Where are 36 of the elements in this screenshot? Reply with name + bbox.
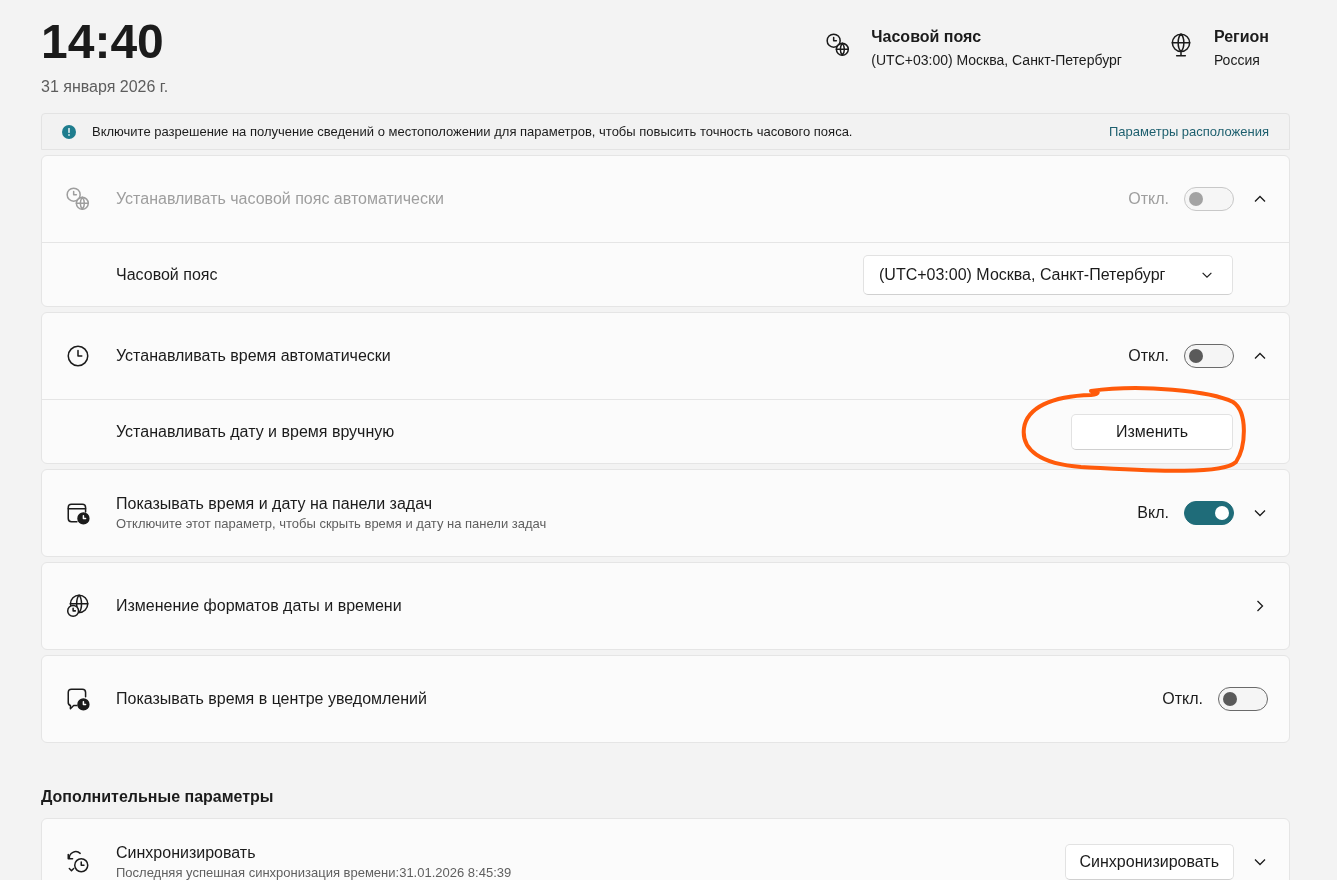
section-title: Дополнительные параметры	[41, 787, 275, 807]
notice-text: Включите разрешение на получение сведений о местоположении для параметров, чтобы повысить точность часового пояса.	[92, 122, 854, 141]
setting-label: Показывать время и дату на панели задач	[116, 494, 434, 514]
toggle-state-label: Откл.	[1128, 189, 1169, 209]
toggle-switch[interactable]	[1184, 501, 1234, 525]
action-button[interactable]: Изменить	[1071, 413, 1233, 450]
action-button[interactable]: Синхронизировать	[1064, 844, 1234, 880]
summary-title: Регион	[1213, 27, 1269, 47]
toggle-state-label: Откл.	[1162, 689, 1203, 709]
timezone-dropdown[interactable]: (UTC+03:00) Москва, Санкт-Петербург	[863, 254, 1233, 295]
row-icon	[65, 686, 91, 712]
toggle-switch[interactable]	[1184, 344, 1234, 368]
summary-title: Часовой пояс	[871, 27, 983, 47]
row-icon	[65, 186, 91, 212]
clock-date: 31 января 2026 г.	[41, 77, 169, 97]
location-settings-link[interactable]: Параметры расположения	[1108, 121, 1269, 142]
setting-label: Синхронизировать	[116, 843, 257, 863]
setting-label: Устанавливать дату и время вручную	[116, 421, 396, 442]
row-icon	[65, 343, 91, 369]
clock-globe-icon	[825, 32, 852, 58]
toggle-state-label: Вкл.	[1137, 503, 1169, 523]
summary-value: Россия	[1213, 51, 1261, 70]
setting-label: Изменение форматов даты и времени	[116, 596, 403, 616]
row-icon	[65, 593, 91, 619]
setting-label: Часовой пояс	[116, 264, 219, 285]
toggle-switch[interactable]	[1218, 687, 1268, 711]
toggle-state-label: Откл.	[1128, 346, 1169, 366]
summary-value: (UTC+03:00) Москва, Санкт-Петербург	[871, 51, 1122, 70]
info-icon	[62, 124, 76, 139]
setting-label: Устанавливать часовой пояс автоматически	[116, 189, 445, 209]
clock-time: 14:40	[41, 14, 165, 70]
setting-label: Показывать время в центре уведомлений	[116, 689, 428, 709]
setting-description: Последняя успешная синхронизация времени:31.01.2026 8:45:39	[116, 864, 513, 880]
row-icon	[65, 849, 91, 875]
setting-description: Отключите этот параметр, чтобы скрыть время и дату на панели задач	[116, 515, 548, 533]
setting-label: Устанавливать время автоматически	[116, 346, 392, 366]
